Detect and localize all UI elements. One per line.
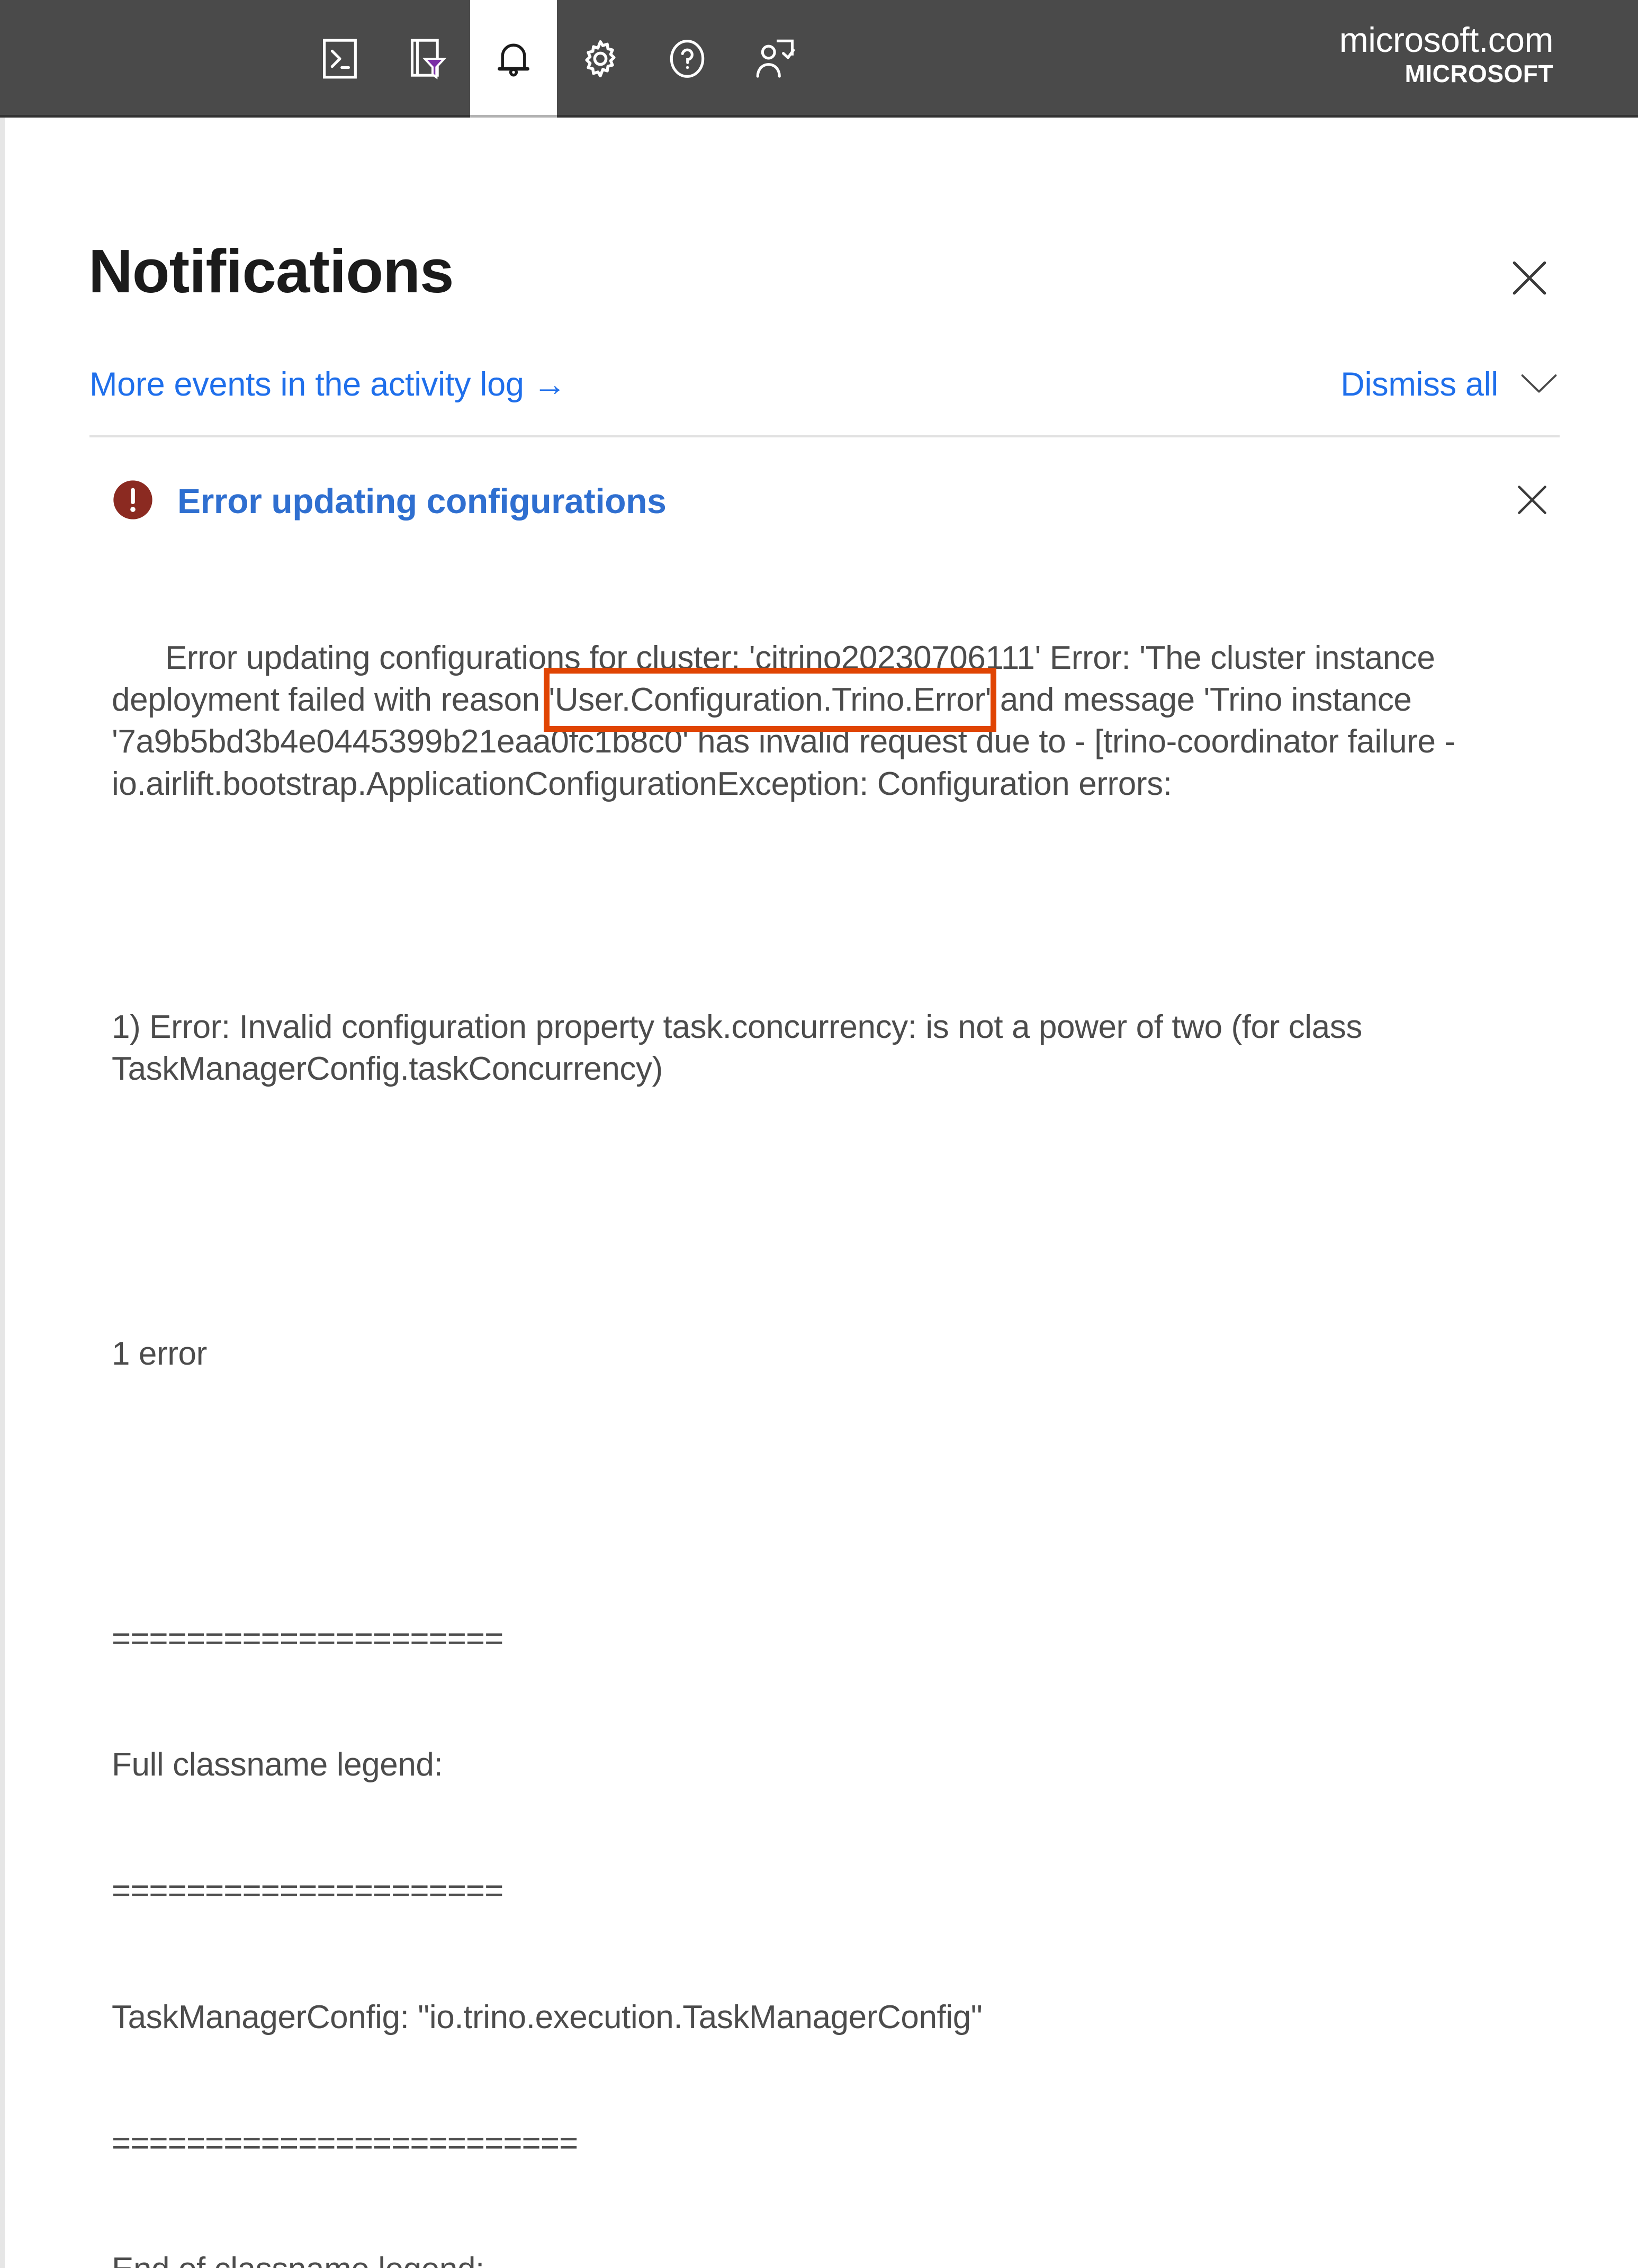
- directory-subscription-button[interactable]: [383, 0, 470, 118]
- dismiss-all-label: Dismiss all: [1340, 366, 1498, 403]
- notifications-bell-icon: [491, 36, 536, 82]
- dismiss-all-button[interactable]: Dismiss all: [1340, 365, 1560, 404]
- notifications-button[interactable]: [470, 0, 557, 118]
- body-highlighted-token: 'User.Configuration.Trino.Error': [548, 682, 992, 719]
- error-circle-icon: [112, 479, 154, 524]
- cloud-shell-button[interactable]: [296, 0, 383, 118]
- close-icon: [1505, 254, 1554, 305]
- panel-action-row: More events in the activity log → Dismis…: [5, 308, 1638, 404]
- classname-legend-end-heading: End of classname legend:: [112, 2248, 1559, 2268]
- account-org: MICROSOFT: [1405, 59, 1553, 87]
- topbar-left-spacer: [0, 0, 296, 118]
- cloud-shell-icon: [317, 35, 363, 82]
- notification-card-header: Error updating configurations: [112, 437, 1559, 527]
- account-info[interactable]: microsoft.com MICROSOFT: [1339, 0, 1638, 118]
- config-error-line: 1) Error: Invalid configuration property…: [112, 1008, 1371, 1087]
- notification-dismiss-button[interactable]: [1506, 474, 1559, 527]
- panel-close-button[interactable]: [1500, 250, 1559, 308]
- notification-card: Error updating configurations Error upda…: [5, 437, 1638, 2268]
- separator-line-3: =========================: [112, 2124, 578, 2162]
- help-question-icon: [664, 35, 710, 82]
- page-title: Notifications: [88, 237, 454, 306]
- feedback-button[interactable]: [731, 0, 817, 118]
- separator-line-2: =====================: [112, 1872, 503, 1910]
- help-button[interactable]: [644, 0, 731, 118]
- panel-header: Notifications: [5, 118, 1638, 308]
- error-count-line: 1 error: [112, 1335, 207, 1373]
- close-icon: [1510, 478, 1554, 525]
- notification-body: Error updating configurations for cluste…: [112, 553, 1559, 2268]
- chevron-down-icon: [1518, 370, 1560, 400]
- notifications-panel: Notifications More events in the activit…: [0, 118, 1638, 2268]
- separator-line-1: =====================: [112, 1620, 503, 1657]
- directory-subscription-filter-icon: [403, 35, 450, 82]
- settings-gear-icon: [577, 35, 624, 82]
- settings-button[interactable]: [557, 0, 644, 118]
- activity-log-link[interactable]: More events in the activity log →: [89, 365, 566, 404]
- classname-legend-entry: TaskManagerConfig: "io.trino.execution.T…: [112, 1998, 983, 2036]
- azure-top-bar: microsoft.com MICROSOFT: [0, 0, 1638, 118]
- classname-legend-heading: Full classname legend:: [112, 1746, 443, 1783]
- feedback-person-icon: [751, 35, 797, 82]
- notification-title[interactable]: Error updating configurations: [177, 481, 667, 521]
- account-domain: microsoft.com: [1339, 20, 1554, 59]
